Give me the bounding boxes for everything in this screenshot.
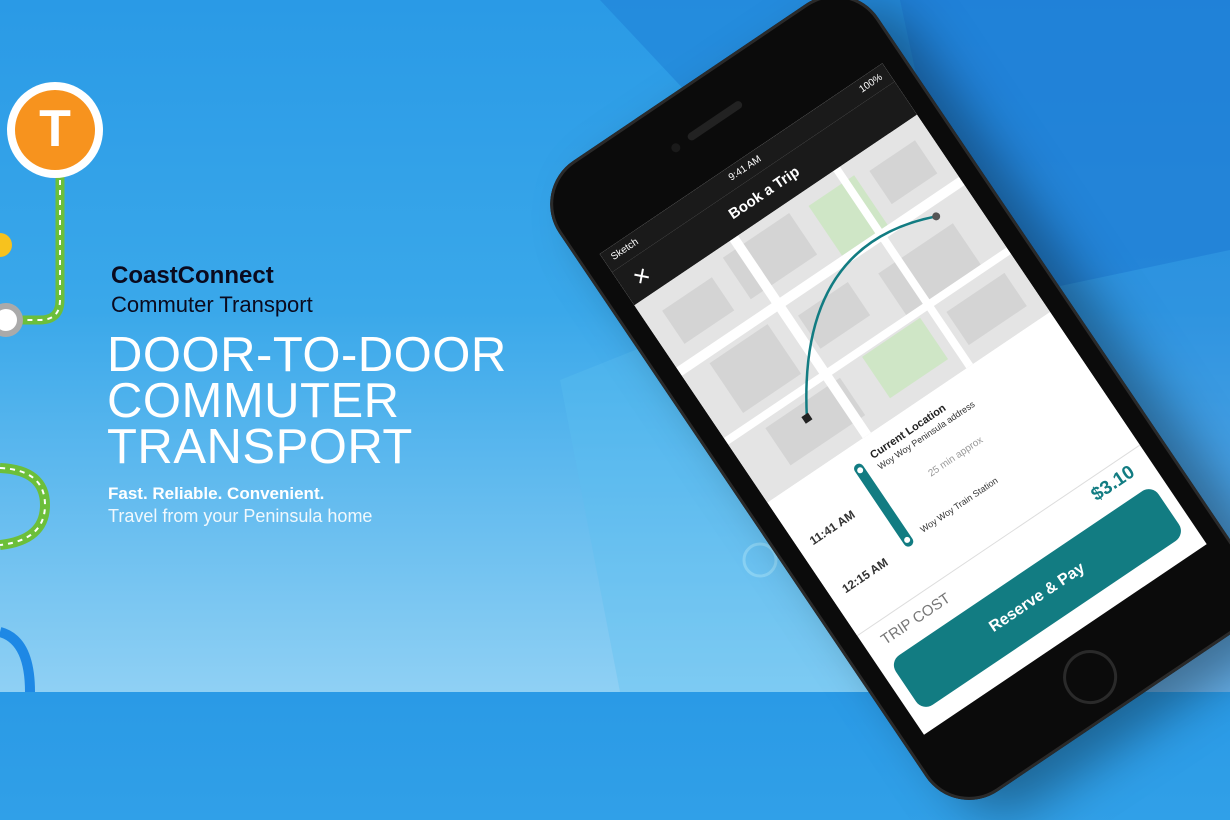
home-button (1052, 639, 1128, 715)
end-time: 12:15 AM (839, 555, 891, 596)
headline-line-1: DOOR-TO-DOOR (107, 328, 507, 382)
tagline: Fast. Reliable. Convenient. (108, 484, 325, 503)
headline-line-2: COMMUTER (107, 374, 400, 428)
end-location: Woy Woy Train Station (918, 475, 1000, 535)
headline-line-3: TRANSPORT (107, 420, 413, 474)
start-time: 11:41 AM (807, 507, 858, 548)
speaker-grille (686, 99, 744, 142)
camera-icon (669, 141, 683, 154)
brand-name: CoastConnect (111, 262, 274, 289)
headline: DOOR-TO-DOOR COMMUTER TRANSPORT (107, 328, 547, 474)
transit-badge-letter: T (39, 100, 71, 158)
brand-subtitle: Commuter Transport (111, 292, 313, 317)
route-line (852, 461, 916, 549)
trip-duration: 25 min approx (926, 434, 986, 480)
subtagline: Travel from your Peninsula home (108, 506, 373, 526)
